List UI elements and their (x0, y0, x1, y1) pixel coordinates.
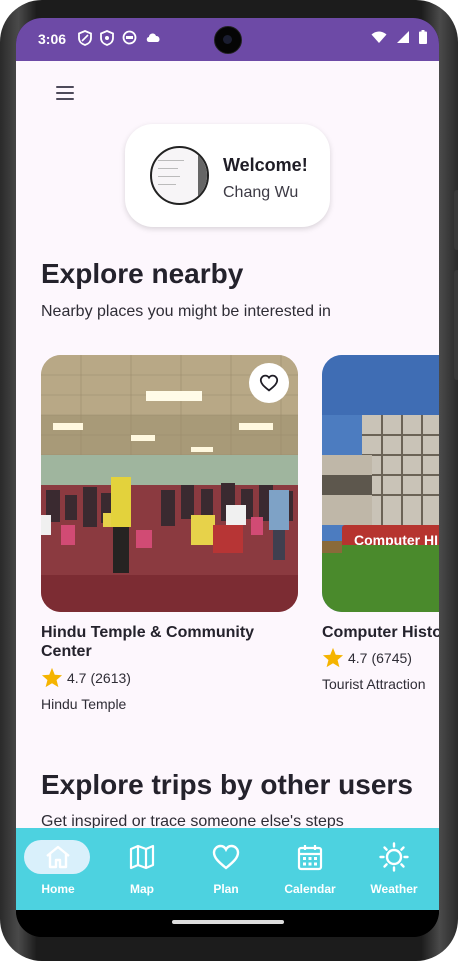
explore-trips-title: Explore trips by other users (41, 769, 413, 800)
place-image-computer-history[interactable]: Computer HI (322, 355, 439, 612)
cloud-icon (146, 33, 160, 42)
nav-label: Home (41, 882, 75, 896)
rating-value: 4.7 (348, 649, 368, 666)
place-rating: 4.7 (6745) (322, 647, 412, 668)
heart-icon (212, 844, 240, 870)
explore-nearby-title: Explore nearby (41, 258, 244, 289)
status-icons-right (371, 30, 427, 44)
place-type: Hindu Temple (41, 696, 127, 712)
sun-icon (379, 842, 409, 872)
status-icons-left (78, 30, 162, 46)
bottom-navigation: Home Map Plan Calendar Weather (16, 828, 439, 910)
welcome-card[interactable]: Welcome! Chang Wu (125, 124, 330, 227)
explore-trips-subtitle: Get inspired or trace someone else's ste… (41, 813, 344, 828)
phone-frame: 3:06 Welcome! Chang Wu Explore nearby Ne… (0, 0, 458, 961)
volume-button (454, 190, 458, 250)
home-icon (46, 845, 70, 869)
avatar[interactable] (150, 146, 209, 205)
status-bar: 3:06 (16, 18, 439, 61)
place-rating: 4.7 (2613) (41, 667, 131, 688)
nav-label: Calendar (284, 882, 336, 896)
place-type: Tourist Attraction (322, 676, 426, 692)
map-icon (129, 844, 155, 870)
shield-icon (100, 30, 114, 46)
nav-weather[interactable]: Weather (352, 828, 436, 910)
review-count: (2613) (90, 669, 131, 686)
home-indicator[interactable] (172, 920, 284, 924)
nav-home[interactable]: Home (16, 828, 100, 910)
explore-nearby-subtitle: Nearby places you might be interested in (41, 303, 331, 320)
star-icon (41, 667, 63, 688)
front-camera (214, 26, 242, 54)
nav-label: Plan (213, 882, 239, 896)
shield-icon (78, 30, 92, 46)
place-name[interactable]: Computer History Museum (322, 623, 439, 642)
rating-value: 4.7 (67, 669, 87, 686)
power-button (454, 270, 458, 380)
nav-calendar[interactable]: Calendar (268, 828, 352, 910)
wifi-icon (371, 31, 387, 43)
battery-icon (419, 30, 427, 44)
welcome-title: Welcome! (223, 155, 308, 175)
heart-outline-icon (259, 374, 279, 392)
system-nav-bar (16, 910, 439, 937)
museum-photo: Computer HI (322, 355, 439, 612)
hamburger-menu-icon[interactable] (56, 86, 74, 100)
nav-map[interactable]: Map (100, 828, 184, 910)
place-image-hindu-temple[interactable] (41, 355, 298, 612)
screen: 3:06 Welcome! Chang Wu Explore nearby Ne… (16, 18, 439, 937)
nav-label: Weather (370, 882, 418, 896)
status-time: 3:06 (38, 31, 67, 47)
nav-label: Map (130, 882, 154, 896)
signal-icon (397, 31, 409, 43)
calendar-icon (297, 845, 323, 871)
face-icon (122, 30, 137, 45)
review-count: (6745) (371, 649, 412, 666)
nav-plan[interactable]: Plan (184, 828, 268, 910)
star-icon (322, 647, 344, 668)
user-name: Chang Wu (223, 184, 299, 201)
place-name[interactable]: Hindu Temple & Community Center (41, 623, 281, 661)
favorite-button[interactable] (249, 363, 289, 403)
main-content: Welcome! Chang Wu Explore nearby Nearby … (16, 61, 439, 828)
